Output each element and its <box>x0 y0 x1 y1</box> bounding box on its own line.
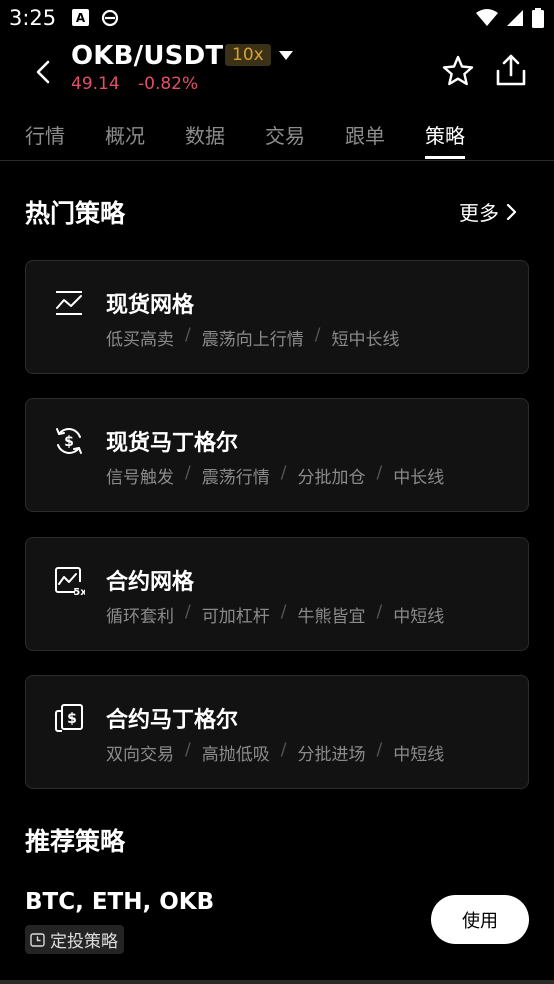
status-time: 3:25 <box>9 6 57 30</box>
svg-text:$: $ <box>67 711 77 727</box>
tab-data[interactable]: 数据 <box>185 120 225 149</box>
card-tag: 可加杠杆 <box>201 607 270 627</box>
notification-a-icon: A <box>72 9 89 26</box>
dca-badge-label: 定投策略 <box>50 932 118 952</box>
tag-separator: / <box>280 740 287 760</box>
card-title: 合约马丁格尔 <box>106 708 239 733</box>
futures-martingale-icon: $ <box>55 704 83 732</box>
tag-separator: / <box>376 463 383 483</box>
leverage-badge[interactable]: 10x <box>225 44 271 66</box>
spot-martingale-icon: $ <box>56 428 82 454</box>
more-label: 更多 <box>459 201 499 225</box>
card-tag: 震荡行情 <box>201 468 270 488</box>
tag-separator: / <box>185 325 191 345</box>
pair-dropdown-icon[interactable] <box>277 48 295 62</box>
hot-strategies-title: 热门策略 <box>25 199 126 228</box>
card-title: 现货马丁格尔 <box>106 431 239 456</box>
strategy-card-futures-grid[interactable]: 5x 合约网格 循环套利 / 可加杠杆 / 牛熊皆宜 / 中短线 <box>25 537 529 651</box>
tag-separator: / <box>376 602 383 622</box>
card-tag: 双向交易 <box>106 745 174 765</box>
tag-separator: / <box>185 463 191 483</box>
badge-5x: 5x <box>73 587 85 596</box>
card-tag: 低买高卖 <box>106 330 174 350</box>
price-change: -0.82% <box>138 74 199 94</box>
tab-strategy[interactable]: 策略 <box>425 120 465 159</box>
card-title: 现货网格 <box>106 293 195 318</box>
tab-bar: 行情 概况 数据 交易 跟单 策略 <box>0 106 554 161</box>
card-tag: 中短线 <box>393 607 445 627</box>
card-tag: 信号触发 <box>106 468 174 488</box>
tab-trade[interactable]: 交易 <box>265 120 305 149</box>
battery-icon <box>532 8 544 28</box>
pair-title[interactable]: OKB/USDT <box>71 41 223 71</box>
card-tag: 中长线 <box>393 468 445 488</box>
tab-overview[interactable]: 概况 <box>105 120 145 149</box>
svg-text:$: $ <box>64 434 74 450</box>
tag-separator: / <box>280 602 287 622</box>
card-title: 合约网格 <box>106 570 195 595</box>
back-icon[interactable] <box>30 58 58 86</box>
last-price: 49.14 <box>71 74 120 94</box>
card-tag: 分批进场 <box>297 745 366 765</box>
chevron-right-icon <box>506 203 517 220</box>
card-tag: 短中长线 <box>331 330 400 350</box>
strategy-card-spot-martingale[interactable]: $ 现货马丁格尔 信号触发 / 震荡行情 / 分批加仓 / 中长线 <box>25 398 529 512</box>
calendar-clock-icon <box>30 933 45 947</box>
header: OKB/USDT 10x 49.14 -0.82% <box>0 38 554 106</box>
card-tag: 牛熊皆宜 <box>297 607 366 627</box>
card-tags: 循环套利 / 可加杠杆 / 牛熊皆宜 / 中短线 <box>106 602 444 627</box>
more-link[interactable]: 更多 <box>459 197 517 226</box>
card-tags: 低买高卖 / 震荡向上行情 / 短中长线 <box>106 325 399 350</box>
share-icon[interactable] <box>494 53 528 89</box>
recommended-coins: BTC, ETH, OKB <box>25 889 215 915</box>
tag-separator: / <box>280 463 287 483</box>
spot-grid-icon <box>56 291 82 315</box>
bottom-divider <box>0 980 554 984</box>
strategy-card-futures-martingale[interactable]: $ 合约马丁格尔 双向交易 / 高抛低吸 / 分批进场 / 中短线 <box>25 675 529 789</box>
card-tag: 高抛低吸 <box>201 745 270 765</box>
tag-separator: / <box>185 740 191 760</box>
status-bar: 3:25 A <box>0 0 554 36</box>
tab-market[interactable]: 行情 <box>25 120 65 149</box>
favorite-star-icon[interactable] <box>441 54 475 88</box>
card-tag: 分批加仓 <box>297 468 366 488</box>
recommended-strategies-title: 推荐策略 <box>25 827 126 856</box>
card-tag: 震荡向上行情 <box>201 330 304 350</box>
tag-separator: / <box>376 740 383 760</box>
tab-copy-trading[interactable]: 跟单 <box>345 120 385 149</box>
card-tags: 信号触发 / 震荡行情 / 分批加仓 / 中长线 <box>106 463 444 488</box>
card-tags: 双向交易 / 高抛低吸 / 分批进场 / 中短线 <box>106 740 444 765</box>
dca-badge: 定投策略 <box>25 925 124 954</box>
tag-separator: / <box>314 325 321 345</box>
card-tag: 中短线 <box>393 745 445 765</box>
use-button[interactable]: 使用 <box>431 895 529 944</box>
signal-icon <box>507 10 523 26</box>
tag-separator: / <box>185 602 191 622</box>
card-tag: 循环套利 <box>106 607 174 627</box>
wifi-icon <box>476 9 498 26</box>
futures-grid-icon: 5x <box>55 567 85 596</box>
browser-e-icon <box>101 9 119 27</box>
strategy-card-spot-grid[interactable]: 现货网格 低买高卖 / 震荡向上行情 / 短中长线 <box>25 260 529 374</box>
